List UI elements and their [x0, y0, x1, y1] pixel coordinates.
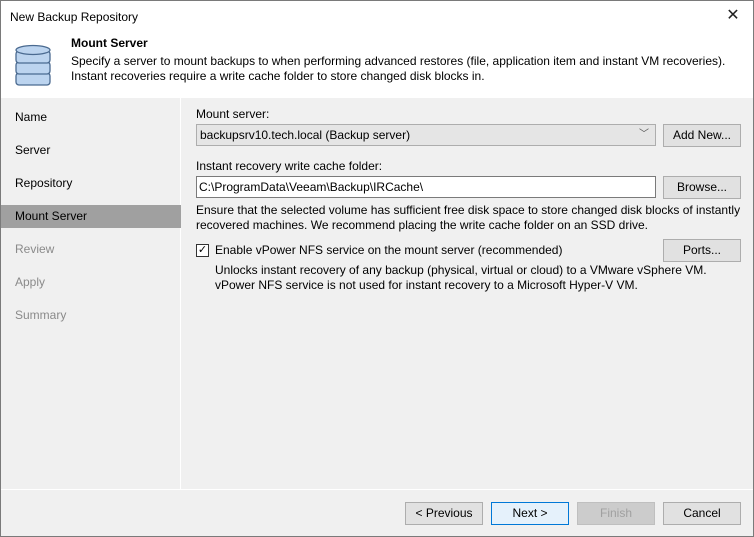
checkmark-icon: ✓	[197, 244, 208, 256]
browse-button[interactable]: Browse...	[663, 176, 741, 199]
mount-server-select[interactable]: backupsrv10.tech.local (Backup server) ﹀	[196, 124, 656, 146]
vpower-checkbox[interactable]: ✓	[196, 244, 209, 257]
wizard-header: Mount Server Specify a server to mount b…	[1, 33, 753, 98]
close-icon[interactable]: ✕	[721, 5, 745, 27]
main-panel: Mount server: backupsrv10.tech.local (Ba…	[182, 98, 753, 489]
finish-button: Finish	[577, 502, 655, 525]
cancel-button[interactable]: Cancel	[663, 502, 741, 525]
window-title: New Backup Repository	[10, 10, 139, 24]
step-mount-server[interactable]: Mount Server	[1, 205, 181, 228]
step-server[interactable]: Server	[1, 139, 181, 162]
chevron-down-icon: ﹀	[639, 129, 649, 140]
step-repository[interactable]: Repository	[1, 172, 181, 195]
cache-folder-input[interactable]: C:\ProgramData\Veeam\Backup\IRCache\	[196, 176, 656, 198]
next-button[interactable]: Next >	[491, 502, 569, 525]
wizard-window: New Backup Repository ✕ Mount Server Spe…	[0, 0, 754, 537]
step-summary: Summary	[15, 308, 67, 322]
vpower-note-line2: vPower NFS service is not used for insta…	[215, 278, 638, 292]
database-icon	[15, 44, 51, 86]
title-bar: New Backup Repository ✕	[1, 1, 753, 33]
step-description: Specify a server to mount backups to whe…	[71, 54, 726, 83]
ports-button[interactable]: Ports...	[663, 239, 741, 262]
wizard-footer: < Previous Next > Finish Cancel	[1, 489, 753, 537]
mount-server-value: backupsrv10.tech.local (Backup server)	[200, 128, 411, 142]
mount-server-label: Mount server:	[196, 107, 270, 121]
step-review: Review	[15, 242, 55, 256]
step-title: Mount Server	[71, 36, 148, 50]
cache-note-line1: Ensure that the selected volume has suff…	[196, 203, 741, 217]
cache-folder-label: Instant recovery write cache folder:	[196, 159, 383, 173]
vpower-note-line1: Unlocks instant recovery of any backup (…	[215, 263, 707, 277]
previous-button[interactable]: < Previous	[405, 502, 483, 525]
vpower-label[interactable]: Enable vPower NFS service on the mount s…	[215, 243, 562, 257]
add-new-button[interactable]: Add New...	[663, 124, 741, 147]
step-apply: Apply	[15, 275, 46, 289]
step-name[interactable]: Name	[1, 106, 181, 129]
wizard-steps: Name Server Repository Mount Server Revi…	[1, 98, 181, 489]
cache-note-line2: recovered machines. We recommend placing…	[196, 218, 648, 232]
